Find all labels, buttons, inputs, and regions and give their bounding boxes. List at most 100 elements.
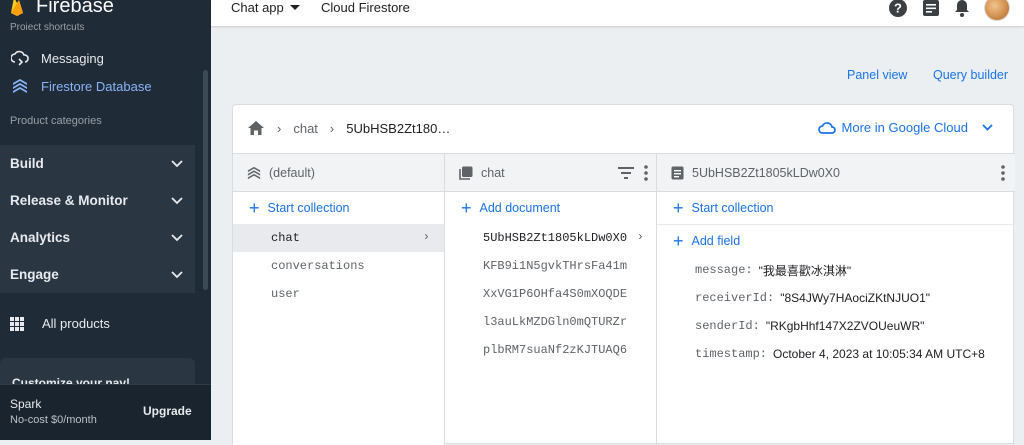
document-id: l3auLkMZDGln0mQTURZr — [483, 315, 628, 329]
collection-column-header: chat — [445, 154, 656, 192]
top-bar: Chat app Cloud Firestore ? — [211, 0, 1024, 26]
field-value: "8S4JWy7HAociZKtNJUO1" — [780, 291, 931, 305]
collection-item-user[interactable]: user — [233, 280, 444, 308]
all-products-link[interactable]: All products — [10, 316, 110, 331]
document-id: KFB9i1N5gvkTHrsFa41m — [483, 259, 628, 273]
add-field-label: Add field — [691, 233, 741, 248]
help-icon[interactable]: ? — [888, 0, 908, 18]
project-shortcuts-label: Project shortcuts — [10, 22, 85, 30]
collection-label: chat — [271, 231, 300, 245]
add-document-button[interactable]: + Add document — [445, 192, 656, 224]
more-vert-icon[interactable] — [1001, 165, 1005, 181]
chevron-right-icon: › — [422, 230, 430, 244]
collection-label: user — [271, 287, 300, 301]
breadcrumb-document[interactable]: 5UbHSB2Zt180… — [346, 121, 450, 136]
collection-label: conversations — [271, 259, 365, 273]
document-icon — [671, 166, 684, 180]
start-subcollection-button[interactable]: + Start collection — [657, 192, 1015, 224]
plus-icon: + — [461, 198, 472, 218]
sidebar-scrollbar[interactable] — [203, 70, 208, 290]
chevron-down-icon — [171, 270, 183, 278]
root-column: (default) + Start collection chat › conv… — [233, 153, 445, 445]
document-item[interactable]: 5UbHSB2Zt1805kLDw0X0 › — [445, 224, 656, 252]
document-column: 5UbHSB2Zt1805kLDw0X0 + Start collection … — [657, 153, 1015, 445]
field-row-senderid[interactable]: senderId: "RKgbHhf147X2ZVOUeuWR" — [657, 312, 1015, 340]
category-build[interactable]: Build — [0, 145, 195, 182]
release-notes-icon[interactable] — [922, 0, 940, 17]
collection-item-conversations[interactable]: conversations — [233, 252, 444, 280]
category-analytics[interactable]: Analytics — [0, 219, 195, 256]
field-row-message[interactable]: message: "我最喜歡冰淇淋" — [657, 256, 1015, 284]
brand-name: Firebase — [36, 0, 114, 17]
firebase-brand[interactable]: Firebase — [0, 0, 114, 21]
data-viewer-card: › chat › 5UbHSB2Zt180… More in Google Cl… — [232, 104, 1015, 445]
category-label: Engage — [10, 267, 59, 282]
field-key: timestamp: — [695, 347, 768, 361]
field-value: "RKgbHhf147X2ZVOUeuWR" — [765, 319, 925, 333]
more-in-google-cloud-label: More in Google Cloud — [841, 120, 968, 135]
notifications-bell-icon[interactable] — [954, 0, 970, 17]
document-item[interactable]: KFB9i1N5gvkTHrsFa41m — [445, 252, 656, 280]
app-selector-label: Chat app — [231, 0, 284, 15]
chevron-right-icon: › — [636, 230, 644, 244]
caret-down-icon — [289, 4, 300, 10]
document-item[interactable]: l3auLkMZDGln0mQTURZr — [445, 308, 656, 336]
collection-column-title: chat — [481, 165, 505, 180]
top-bar-icons: ? — [888, 0, 1010, 21]
panel-view-button[interactable]: Panel view — [847, 68, 907, 82]
field-value: October 4, 2023 at 10:05:34 AM UTC+8 — [773, 347, 985, 361]
more-in-google-cloud-button[interactable]: More in Google Cloud — [817, 120, 993, 135]
chevron-right-icon: › — [277, 120, 282, 136]
field-key: message: — [695, 263, 753, 277]
chevron-down-icon — [171, 196, 183, 204]
home-icon[interactable] — [247, 120, 265, 136]
upgrade-button[interactable]: Upgrade — [143, 404, 192, 418]
apps-grid-icon — [10, 316, 24, 331]
root-column-header: (default) — [233, 154, 444, 192]
field-row-timestamp[interactable]: timestamp: October 4, 2023 at 10:05:34 A… — [657, 340, 1015, 368]
chevron-down-icon — [982, 124, 993, 131]
category-groups: Build Release & Monitor Analytics Engage — [0, 145, 195, 293]
sidebar-item-label: Firestore Database — [41, 78, 152, 94]
document-item[interactable]: plbRM7suaNf2zKJTUAQ6 — [445, 336, 656, 364]
sidebar-item-messaging[interactable]: Messaging — [0, 44, 200, 72]
query-builder-button[interactable]: Query builder — [933, 68, 1008, 82]
more-vert-icon[interactable] — [644, 165, 648, 181]
breadcrumb: › chat › 5UbHSB2Zt180… — [247, 120, 450, 136]
start-collection-button[interactable]: + Start collection — [233, 192, 444, 224]
collection-column: chat + Add document 5UbHSB2Zt1805kLDw0X0… — [445, 153, 657, 445]
product-name[interactable]: Cloud Firestore — [321, 0, 410, 15]
category-label: Analytics — [10, 230, 71, 245]
field-row-receiverid[interactable]: receiverId: "8S4JWy7HAociZKtNJUO1" — [657, 284, 1015, 312]
app-selector[interactable]: Chat app — [231, 0, 300, 15]
field-value: "我最喜歡冰淇淋" — [758, 263, 852, 278]
category-engage[interactable]: Engage — [0, 256, 195, 293]
sidebar-item-firestore[interactable]: Firestore Database — [0, 72, 200, 100]
messaging-cloud-icon — [10, 48, 30, 68]
add-field-button[interactable]: + Add field — [657, 224, 1015, 256]
category-release-monitor[interactable]: Release & Monitor — [0, 182, 195, 219]
plus-icon: + — [673, 198, 684, 218]
collection-column-tools — [618, 165, 648, 181]
collection-item-chat[interactable]: chat › — [233, 224, 444, 252]
cloud-icon — [817, 122, 836, 134]
database-icon — [247, 166, 261, 180]
breadcrumb-collection[interactable]: chat — [293, 121, 318, 136]
field-key: receiverId: — [695, 291, 775, 305]
product-categories-label: Product categories — [10, 115, 102, 127]
start-collection-label: Start collection — [267, 201, 350, 215]
user-avatar[interactable] — [984, 0, 1010, 21]
document-column-title: 5UbHSB2Zt1805kLDw0X0 — [692, 165, 840, 180]
firestore-icon — [10, 76, 30, 96]
chevron-down-icon — [171, 159, 183, 167]
filter-icon[interactable] — [618, 167, 634, 179]
plan-description: No-cost $0/month — [10, 414, 97, 426]
plus-icon: + — [249, 198, 260, 218]
category-label: Release & Monitor — [10, 193, 128, 208]
document-id: 5UbHSB2Zt1805kLDw0X0 — [483, 231, 628, 245]
start-collection-label: Start collection — [691, 201, 774, 215]
plan-footer: Spark No-cost $0/month Upgrade — [0, 384, 211, 440]
plus-icon: + — [673, 230, 684, 251]
chevron-down-icon — [171, 233, 183, 241]
document-item[interactable]: XxVG1P6OHfa4S0mXOQDE — [445, 280, 656, 308]
